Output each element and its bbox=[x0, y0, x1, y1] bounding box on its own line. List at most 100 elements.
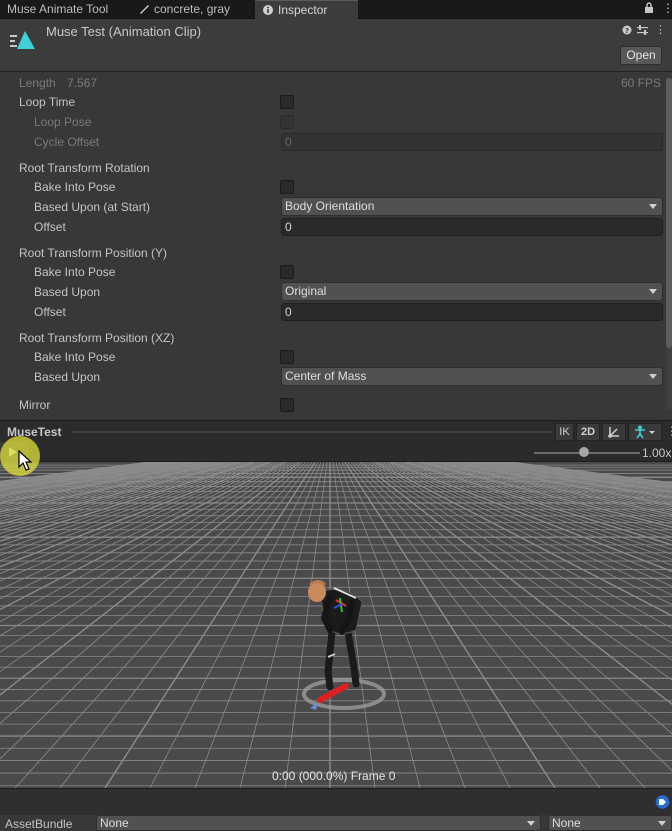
tab-inspector[interactable]: Inspector bbox=[255, 0, 358, 19]
preview-toolbar: MuseTest IK 2D ⋮ bbox=[0, 420, 672, 442]
speed-value: 1.00x bbox=[642, 446, 672, 460]
avatar-figure-icon bbox=[635, 425, 655, 439]
avatar-preview-dropdown[interactable] bbox=[628, 423, 662, 441]
root-transform-position-xz-header: Root Transform Position (XZ) bbox=[19, 331, 175, 345]
rtpy-bake-checkbox[interactable] bbox=[280, 265, 294, 279]
svg-text:?: ? bbox=[625, 27, 629, 35]
character-model bbox=[302, 580, 386, 710]
tab-label: concrete, gray bbox=[154, 2, 231, 16]
rtpy-based-label: Based Upon bbox=[34, 285, 101, 299]
rtpy-bake-label: Bake Into Pose bbox=[34, 265, 116, 279]
rtpy-based-row: Based Upon Original bbox=[0, 282, 672, 302]
more-options-icon[interactable]: ⋮ bbox=[662, 1, 672, 15]
root-transform-rotation-header: Root Transform Rotation bbox=[19, 161, 150, 175]
clip-properties: Length 7.567 60 FPS Loop Time Loop Pose … bbox=[0, 73, 672, 418]
pivot-toggle-button[interactable] bbox=[602, 423, 626, 441]
rtpy-offset-label: Offset bbox=[34, 305, 66, 319]
2d-toggle-button[interactable]: 2D bbox=[576, 423, 600, 441]
cycle-offset-field[interactable]: 0 bbox=[281, 133, 663, 151]
chevron-down-icon bbox=[649, 204, 657, 209]
rtr-based-dropdown[interactable]: Body Orientation bbox=[281, 197, 663, 216]
tab-label: Inspector bbox=[278, 3, 328, 17]
asset-bundle-row: AssetBundle None None bbox=[0, 815, 672, 831]
cycle-offset-label: Cycle Offset bbox=[34, 135, 100, 149]
more-options-icon[interactable]: ⋮ bbox=[655, 23, 666, 36]
asset-bundle-name-dropdown[interactable]: None bbox=[96, 815, 541, 831]
dropdown-value: None bbox=[100, 816, 129, 830]
length-label: Length bbox=[19, 76, 56, 90]
rtr-bake-row: Bake Into Pose bbox=[0, 177, 672, 197]
preview-resize-handle[interactable] bbox=[72, 431, 552, 433]
tab-bar: Muse Animate Tool concrete, gray Inspect… bbox=[0, 0, 672, 19]
tab-concrete-gray[interactable]: concrete, gray bbox=[131, 0, 237, 19]
inspector-header: Muse Test (Animation Clip) ? ⋮ Open bbox=[0, 19, 672, 72]
settings-sliders-icon[interactable] bbox=[637, 25, 648, 38]
dropdown-value: Body Orientation bbox=[285, 199, 375, 213]
rtpy-bake-row: Bake Into Pose bbox=[0, 262, 672, 282]
cycle-offset-row: Cycle Offset 0 bbox=[0, 132, 672, 152]
animation-preview-viewport[interactable]: 0:00 (000.0%) Frame 0 bbox=[0, 462, 672, 788]
loop-pose-checkbox[interactable] bbox=[280, 115, 294, 129]
rtpy-header-row: Root Transform Position (Y) bbox=[0, 243, 672, 263]
tab-label: Muse Animate Tool bbox=[7, 2, 109, 16]
playback-bar: 1.00x bbox=[0, 442, 672, 462]
asset-bundle-variant-dropdown[interactable]: None bbox=[548, 815, 672, 831]
root-transform-position-y-header: Root Transform Position (Y) bbox=[19, 246, 168, 260]
rtr-bake-label: Bake Into Pose bbox=[34, 180, 116, 194]
rtpy-offset-field[interactable]: 0 bbox=[281, 303, 663, 321]
rtpy-offset-row: Offset 0 bbox=[0, 302, 672, 322]
scrollbar-thumb[interactable] bbox=[666, 78, 672, 348]
rtr-based-row: Based Upon (at Start) Body Orientation bbox=[0, 197, 672, 217]
loop-pose-row: Loop Pose bbox=[0, 112, 672, 132]
animation-clip-icon bbox=[10, 31, 35, 49]
inspector-scrollbar[interactable] bbox=[666, 78, 672, 410]
inspector-title: Muse Test (Animation Clip) bbox=[46, 24, 202, 39]
rtpxz-based-row: Based Upon Center of Mass bbox=[0, 367, 672, 387]
mouse-cursor-icon bbox=[18, 450, 32, 471]
length-value: 7.567 bbox=[67, 76, 98, 90]
asset-bundle-label: AssetBundle bbox=[5, 817, 73, 831]
rtpxz-bake-row: Bake Into Pose bbox=[0, 347, 672, 367]
rtr-offset-field[interactable]: 0 bbox=[281, 218, 663, 236]
mirror-label: Mirror bbox=[19, 398, 51, 412]
length-row: Length 7.567 60 FPS bbox=[0, 73, 672, 93]
chevron-down-icon bbox=[649, 374, 657, 379]
help-icon[interactable]: ? bbox=[622, 25, 632, 38]
brush-icon bbox=[140, 5, 149, 14]
loop-time-row: Loop Time bbox=[0, 92, 672, 112]
dropdown-value: Center of Mass bbox=[285, 369, 367, 383]
rtr-bake-checkbox[interactable] bbox=[280, 180, 294, 194]
asset-labels-bar bbox=[0, 788, 672, 815]
dropdown-value: Original bbox=[285, 284, 327, 298]
tab-muse-animate-tool[interactable]: Muse Animate Tool bbox=[0, 0, 115, 19]
info-icon bbox=[263, 5, 273, 15]
mirror-checkbox[interactable] bbox=[280, 398, 294, 412]
fps-value: 60 FPS bbox=[621, 76, 662, 90]
rtr-offset-label: Offset bbox=[34, 220, 66, 234]
open-button[interactable]: Open bbox=[620, 46, 662, 65]
rtpxz-based-dropdown[interactable]: Center of Mass bbox=[281, 367, 663, 386]
chevron-down-icon bbox=[527, 821, 535, 826]
loop-time-checkbox[interactable] bbox=[280, 95, 294, 109]
rtr-based-label: Based Upon (at Start) bbox=[34, 200, 151, 214]
rtpxz-bake-label: Bake Into Pose bbox=[34, 350, 116, 364]
chevron-down-icon bbox=[649, 289, 657, 294]
time-readout: 0:00 (000.0%) Frame 0 bbox=[272, 769, 396, 783]
dropdown-value: None bbox=[552, 816, 581, 830]
ik-toggle-button[interactable]: IK bbox=[555, 423, 574, 441]
rtpxz-header-row: Root Transform Position (XZ) bbox=[0, 328, 672, 348]
rtpxz-bake-checkbox[interactable] bbox=[280, 350, 294, 364]
rtpy-based-dropdown[interactable]: Original bbox=[281, 282, 663, 301]
asset-label-tag-icon[interactable] bbox=[655, 795, 670, 809]
mirror-row: Mirror bbox=[0, 395, 672, 415]
speed-slider-thumb[interactable] bbox=[579, 447, 589, 457]
loop-pose-label: Loop Pose bbox=[34, 115, 92, 129]
lock-icon[interactable] bbox=[644, 2, 654, 17]
loop-time-label: Loop Time bbox=[19, 95, 76, 109]
rtr-header-row: Root Transform Rotation bbox=[0, 158, 672, 178]
more-options-icon[interactable]: ⋮ bbox=[666, 424, 672, 438]
chevron-down-icon bbox=[658, 821, 666, 826]
pivot-icon bbox=[608, 427, 619, 438]
rtpxz-based-label: Based Upon bbox=[34, 370, 101, 384]
rtr-offset-row: Offset 0 bbox=[0, 217, 672, 237]
